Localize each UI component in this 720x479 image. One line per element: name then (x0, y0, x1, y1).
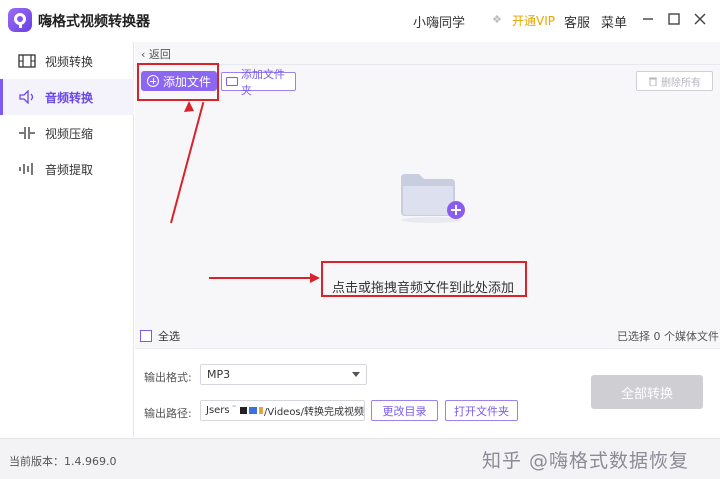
annotation-box-drop-hint (321, 261, 527, 297)
change-directory-button[interactable]: 更改目录 (371, 400, 438, 421)
version-label: 当前版本：1.4.969.0 (9, 455, 117, 468)
close-icon[interactable] (690, 9, 710, 29)
service-link[interactable]: 客服 (564, 12, 590, 31)
title-bar: 嗨格式视频转换器 小嗨同学 ❖ 开通VIP 客服 菜单 (0, 0, 720, 42)
menu-link[interactable]: 菜单 (601, 12, 627, 31)
path-label: 输出路径: (144, 407, 192, 420)
sidebar-item-label: 音频转换 (45, 90, 94, 105)
back-label: 返回 (148, 48, 171, 61)
user-status-icon: ❖ (492, 13, 502, 26)
sidebar-item-label: 音频提取 (45, 162, 94, 177)
video-convert-icon (17, 53, 37, 69)
trash-icon (649, 77, 657, 86)
format-select[interactable]: MP3 (200, 364, 367, 385)
minimize-icon[interactable] (638, 9, 658, 29)
redacted-mark (239, 407, 248, 414)
vip-link[interactable]: 开通VIP (512, 12, 555, 29)
app-logo-icon (8, 8, 32, 32)
select-all-checkbox[interactable]: 全选 (140, 328, 180, 344)
open-folder-button[interactable]: 打开文件夹 (445, 400, 518, 421)
path-separator: ˜ (231, 405, 237, 416)
user-name[interactable]: 小嗨同学 (413, 12, 465, 31)
status-bar: 当前版本：1.4.969.0 知乎 @嗨格式数据恢复 (0, 438, 720, 479)
delete-all-label: 删除所有 (661, 77, 701, 89)
main-content: ‹ 返回 添加文件 添加文件夹 删除所有 点击或拖拽音频文件到此处添加 全选 已… (135, 42, 720, 438)
select-all-label: 全选 (158, 330, 180, 343)
output-path-field[interactable]: Jsers ˜ /Videos/转换完成视频 (200, 400, 365, 421)
maximize-icon[interactable] (664, 9, 684, 29)
sidebar-item-video-compress[interactable]: 视频压缩 (0, 115, 134, 151)
sidebar-item-audio-convert[interactable]: 音频转换 (0, 79, 134, 115)
add-folder-label: 添加文件夹 (240, 67, 285, 97)
add-folder-button[interactable]: 添加文件夹 (221, 68, 296, 97)
empty-folder-icon[interactable] (399, 172, 465, 223)
path-prefix: Jsers (206, 405, 230, 416)
convert-all-button[interactable]: 全部转换 (591, 375, 703, 409)
sidebar: 视频转换 音频转换 视频压缩 音频提取 (0, 42, 134, 438)
compress-icon (17, 125, 37, 141)
output-panel: 输出格式: MP3 输出路径: Jsers ˜ /Videos/转换完成视频 更… (135, 348, 720, 438)
chevron-down-icon (352, 372, 360, 377)
redacted-mark (258, 407, 264, 414)
sidebar-item-label: 视频压缩 (45, 126, 94, 141)
sidebar-item-audio-extract[interactable]: 音频提取 (0, 151, 134, 187)
folder-icon (226, 77, 238, 86)
path-suffix: /Videos/转换完成视频 (264, 407, 365, 418)
selected-count: 已选择 0 个媒体文件 (617, 330, 719, 343)
delete-all-button[interactable]: 删除所有 (636, 71, 713, 91)
back-link[interactable]: ‹ 返回 (141, 46, 171, 62)
app-title: 嗨格式视频转换器 (38, 14, 150, 30)
sidebar-item-video-convert[interactable]: 视频转换 (0, 43, 134, 79)
checkbox-icon (140, 330, 152, 342)
sidebar-item-label: 视频转换 (45, 54, 94, 69)
annotation-box-add-file (137, 63, 219, 101)
format-label: 输出格式: (144, 371, 192, 384)
audio-convert-icon (17, 89, 37, 105)
watermark: 知乎 @嗨格式数据恢复 (482, 450, 690, 472)
toolbar-divider (135, 64, 720, 65)
redacted-mark (249, 407, 257, 414)
format-value: MP3 (207, 368, 231, 381)
audio-extract-icon (17, 161, 37, 177)
